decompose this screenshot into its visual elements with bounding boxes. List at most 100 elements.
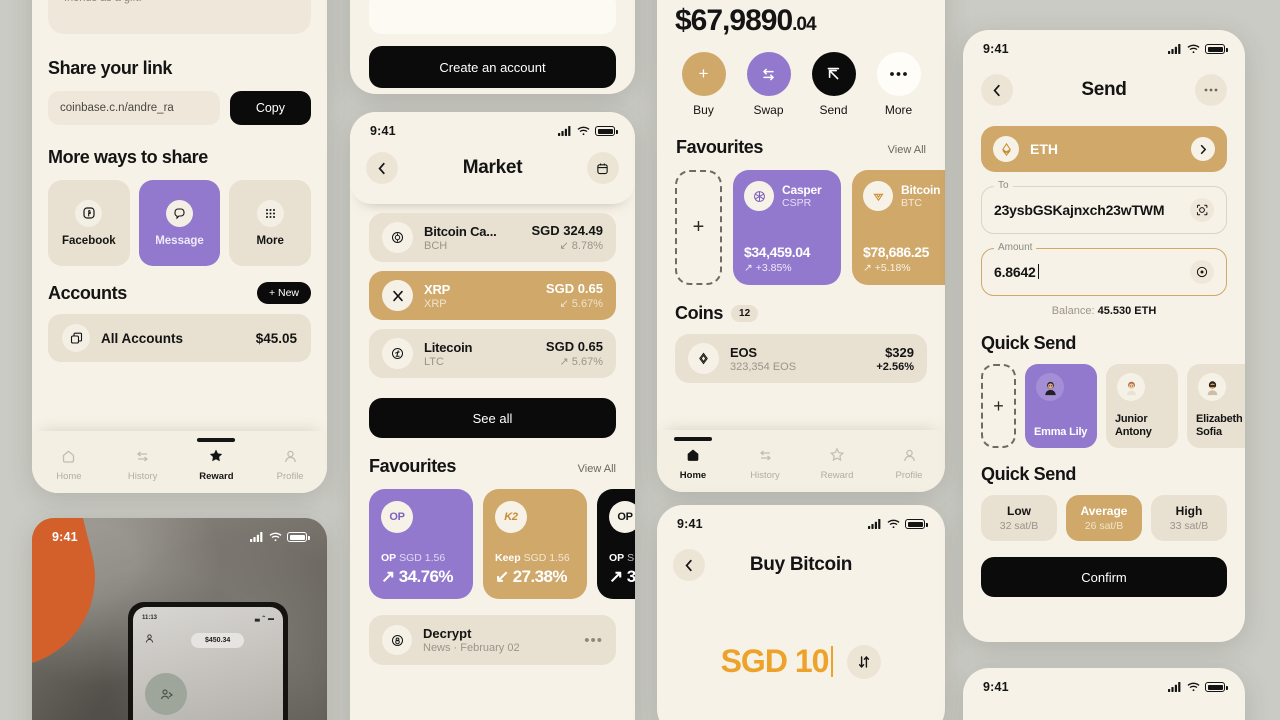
coin-value: $78,686.25 [863, 244, 930, 260]
favourite-price-line: Keep SGD 1.56 [495, 552, 570, 564]
market-coin-row[interactable]: XRP XRP SGD 0.65 ↙ 5.67% [369, 271, 616, 320]
add-contact-button[interactable]: + [981, 364, 1016, 448]
tab-history[interactable]: History [729, 448, 801, 481]
wifi-icon [1187, 44, 1200, 54]
tab-history[interactable]: History [106, 449, 180, 482]
fee-option-average[interactable]: Average 26 sat/B [1066, 495, 1142, 541]
market-coin-row[interactable]: Litecoin LTC SGD 0.65 ↗ 5.67% [369, 329, 616, 378]
tab-label: Profile [895, 469, 923, 481]
share-option-facebook[interactable]: Facebook [48, 180, 130, 266]
currency-swap-button[interactable] [847, 644, 882, 679]
history-icon [135, 449, 150, 467]
contact-card[interactable]: Junior Antony [1106, 364, 1178, 448]
home-icon [685, 447, 701, 466]
view-all-link[interactable]: View All [578, 463, 616, 475]
back-button[interactable] [981, 74, 1013, 106]
action-buy[interactable]: + Buy [671, 52, 736, 117]
action-label: Send [819, 103, 848, 117]
create-account-button[interactable]: Create an account [369, 46, 616, 88]
market-coin-row[interactable]: Bitcoin Ca... BCH SGD 324.49 ↙ 8.78% [369, 213, 616, 262]
all-accounts-row[interactable]: All Accounts $45.05 [48, 314, 311, 362]
tab-home[interactable]: Home [32, 449, 106, 482]
favourite-coin-card[interactable]: Casper CSPR $34,459.04 ↗ +3.85% [733, 170, 841, 285]
page-title: Send [1081, 79, 1127, 100]
profile-icon [902, 448, 917, 466]
coin-value: $329 [885, 344, 914, 360]
favourite-card[interactable]: OP OP SGD 1.56 ↗ 34.76% [369, 489, 473, 599]
op-logo-icon: OP [381, 501, 413, 533]
calendar-button[interactable] [586, 152, 619, 184]
action-more[interactable]: More [866, 52, 931, 117]
recipient-field[interactable]: To 23ysbGSKajnxch23wTWM [981, 180, 1227, 234]
news-row[interactable]: Decrypt News · February 02 ••• [369, 615, 616, 665]
coin-name: XRP [424, 281, 451, 297]
action-swap[interactable]: Swap [736, 52, 801, 117]
crypto-gifts-card[interactable]: Crypto Gifts Give crypto to your family … [48, 0, 311, 34]
new-account-button[interactable]: + New [256, 282, 311, 304]
status-time: 9:41 [370, 124, 396, 138]
view-all-link[interactable]: View All [888, 144, 926, 156]
wallet-coin-row[interactable]: EOS 323,354 EOS $329 +2.56% [675, 334, 927, 383]
favourite-coin-card[interactable]: Bitcoin BTC $78,686.25 ↗ +5.18% [852, 170, 945, 285]
amount-field[interactable]: Amount 6.8642 [981, 242, 1227, 296]
share-option-message[interactable]: Message [138, 180, 221, 266]
scan-qr-icon[interactable] [1190, 198, 1214, 222]
coin-change: +2.56% [876, 360, 914, 373]
tab-home[interactable]: Home [657, 437, 729, 481]
see-all-button[interactable]: See all [369, 398, 616, 438]
coin-name: Litecoin [424, 339, 473, 355]
wallet-actions: + Buy Swap Send More [657, 52, 945, 117]
share-option-label: Facebook [61, 234, 116, 247]
market-screen: 9:41 Market Bitcoin Ca... BCH SGD 324.49… [350, 112, 635, 720]
contact-card[interactable]: Elizabeth Sofia [1187, 364, 1245, 448]
star-icon [829, 447, 845, 466]
calendar-icon [597, 162, 609, 174]
accounts-header: Accounts + New [32, 282, 327, 304]
favourite-price-line: OP S [609, 552, 635, 564]
copy-button[interactable]: Copy [229, 91, 311, 125]
keep-logo-icon: K2 [495, 501, 527, 533]
back-button[interactable] [673, 549, 705, 581]
signup-placeholder-field[interactable] [369, 0, 616, 34]
tab-label: Home [679, 470, 707, 481]
favourite-card[interactable]: K2 Keep SGD 1.56 ↙ 27.38% [483, 489, 587, 599]
coin-info: Bitcoin Ca... BCH [424, 224, 520, 252]
clear-icon[interactable] [1190, 260, 1214, 284]
bitcoin-icon [863, 181, 893, 211]
fee-option-low[interactable]: Low 32 sat/B [981, 495, 1057, 541]
battery-icon [1205, 682, 1228, 692]
tab-profile[interactable]: Profile [873, 448, 945, 481]
coin-symbol: XRP [424, 297, 447, 310]
quick-send-title: Quick Send [981, 333, 1077, 353]
facebook-icon [75, 199, 103, 227]
coins-title: Coins [675, 303, 724, 323]
news-info: Decrypt News · February 02 [423, 626, 573, 654]
share-option-more[interactable]: More [229, 180, 312, 266]
fee-rate: 26 sat/B [1084, 520, 1124, 532]
tab-reward[interactable]: Reward [801, 447, 873, 481]
tab-reward[interactable]: Reward [180, 438, 254, 482]
ellipsis-icon[interactable]: ••• [584, 632, 603, 649]
more-options-button[interactable] [1194, 74, 1227, 106]
token-symbol: ETH [1030, 141, 1058, 157]
contact-card[interactable]: Emma Lily [1025, 364, 1097, 448]
favourite-change: ↗ 3 [609, 567, 635, 586]
tab-profile[interactable]: Profile [253, 449, 327, 482]
share-link-input[interactable]: coinbase.c.n/andre_ra [48, 91, 220, 125]
chevron-right-icon[interactable] [1191, 137, 1215, 161]
fee-option-high[interactable]: High 33 sat/B [1151, 495, 1227, 541]
favourite-values: $78,686.25 ↗ +5.18% [863, 244, 945, 274]
wallet-favourites-strip: + Casper CSPR $34,459.04 ↗ +3.85% Bitcoi… [657, 158, 945, 285]
balance-main: $67,9890 [675, 4, 793, 37]
back-button[interactable] [366, 152, 398, 184]
token-selector[interactable]: ETH [981, 126, 1227, 172]
amount-value: 6.8642 [994, 264, 1182, 280]
confirm-button[interactable]: Confirm [981, 557, 1227, 597]
share-link-title: Share your link [48, 58, 173, 78]
quick-send-contacts: + Emma Lily Junior Antony Elizabeth Sofi… [963, 354, 1245, 448]
action-send[interactable]: Send [801, 52, 866, 117]
favourite-card[interactable]: OP OP S ↗ 3 [597, 489, 635, 599]
status-bar: 9:41 [32, 518, 327, 548]
buy-amount-input[interactable]: SGD 10 [721, 643, 834, 680]
add-favourite-button[interactable]: + [675, 170, 722, 285]
